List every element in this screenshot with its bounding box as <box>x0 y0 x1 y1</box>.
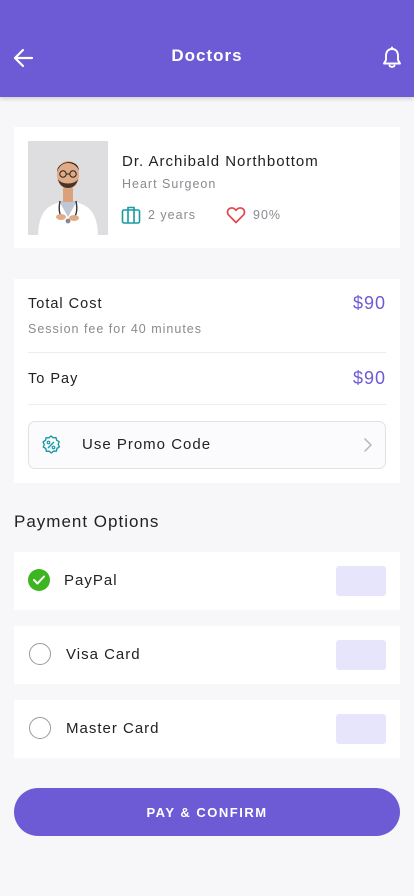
promo-code-button[interactable]: Use Promo Code <box>28 421 386 469</box>
radio-checked[interactable] <box>28 569 50 591</box>
doctor-card[interactable]: Dr. Archibald Northbottom Heart Surgeon … <box>14 127 400 248</box>
session-fee-note: Session fee for 40 minutes <box>28 322 202 336</box>
doctor-name: Dr. Archibald Northbottom <box>122 153 319 170</box>
to-pay-value: $90 <box>352 368 386 388</box>
chevron-right-icon <box>364 438 372 452</box>
checkmark-icon <box>33 575 45 585</box>
promo-code-label: Use Promo Code <box>82 436 212 453</box>
doctor-rating: 90% <box>253 208 282 222</box>
divider <box>28 404 386 405</box>
heart-icon <box>226 207 246 224</box>
mastercard-logo-placeholder <box>336 714 386 744</box>
total-cost-label: Total Cost <box>28 296 103 312</box>
total-cost-value: $90 <box>352 293 386 313</box>
payment-option-label: Master Card <box>66 720 160 737</box>
doctor-specialty: Heart Surgeon <box>122 177 217 191</box>
visa-logo-placeholder <box>336 640 386 670</box>
doctor-photo <box>28 141 108 235</box>
paypal-logo-placeholder <box>336 566 386 596</box>
bell-icon[interactable] <box>381 46 403 70</box>
payment-option-visa[interactable]: Visa Card <box>14 626 400 684</box>
payment-option-paypal[interactable]: PayPal <box>14 552 400 610</box>
payment-option-label: Visa Card <box>66 646 141 663</box>
radio-unchecked[interactable] <box>29 643 51 665</box>
pay-confirm-button[interactable]: PAY & CONFIRM <box>14 788 400 836</box>
divider <box>28 352 386 353</box>
app-header: Doctors <box>0 0 414 97</box>
payment-option-label: PayPal <box>64 572 118 589</box>
briefcase-icon <box>121 206 141 224</box>
radio-unchecked[interactable] <box>29 717 51 739</box>
payment-option-mastercard[interactable]: Master Card <box>14 700 400 758</box>
payment-options-title: Payment Options <box>14 512 160 531</box>
cost-summary-card: Total Cost $90 Session fee for 40 minute… <box>14 279 400 483</box>
percent-badge-icon <box>42 435 61 454</box>
doctor-experience: 2 years <box>148 208 196 222</box>
page-title: Doctors <box>171 46 243 65</box>
to-pay-label: To Pay <box>28 371 79 387</box>
